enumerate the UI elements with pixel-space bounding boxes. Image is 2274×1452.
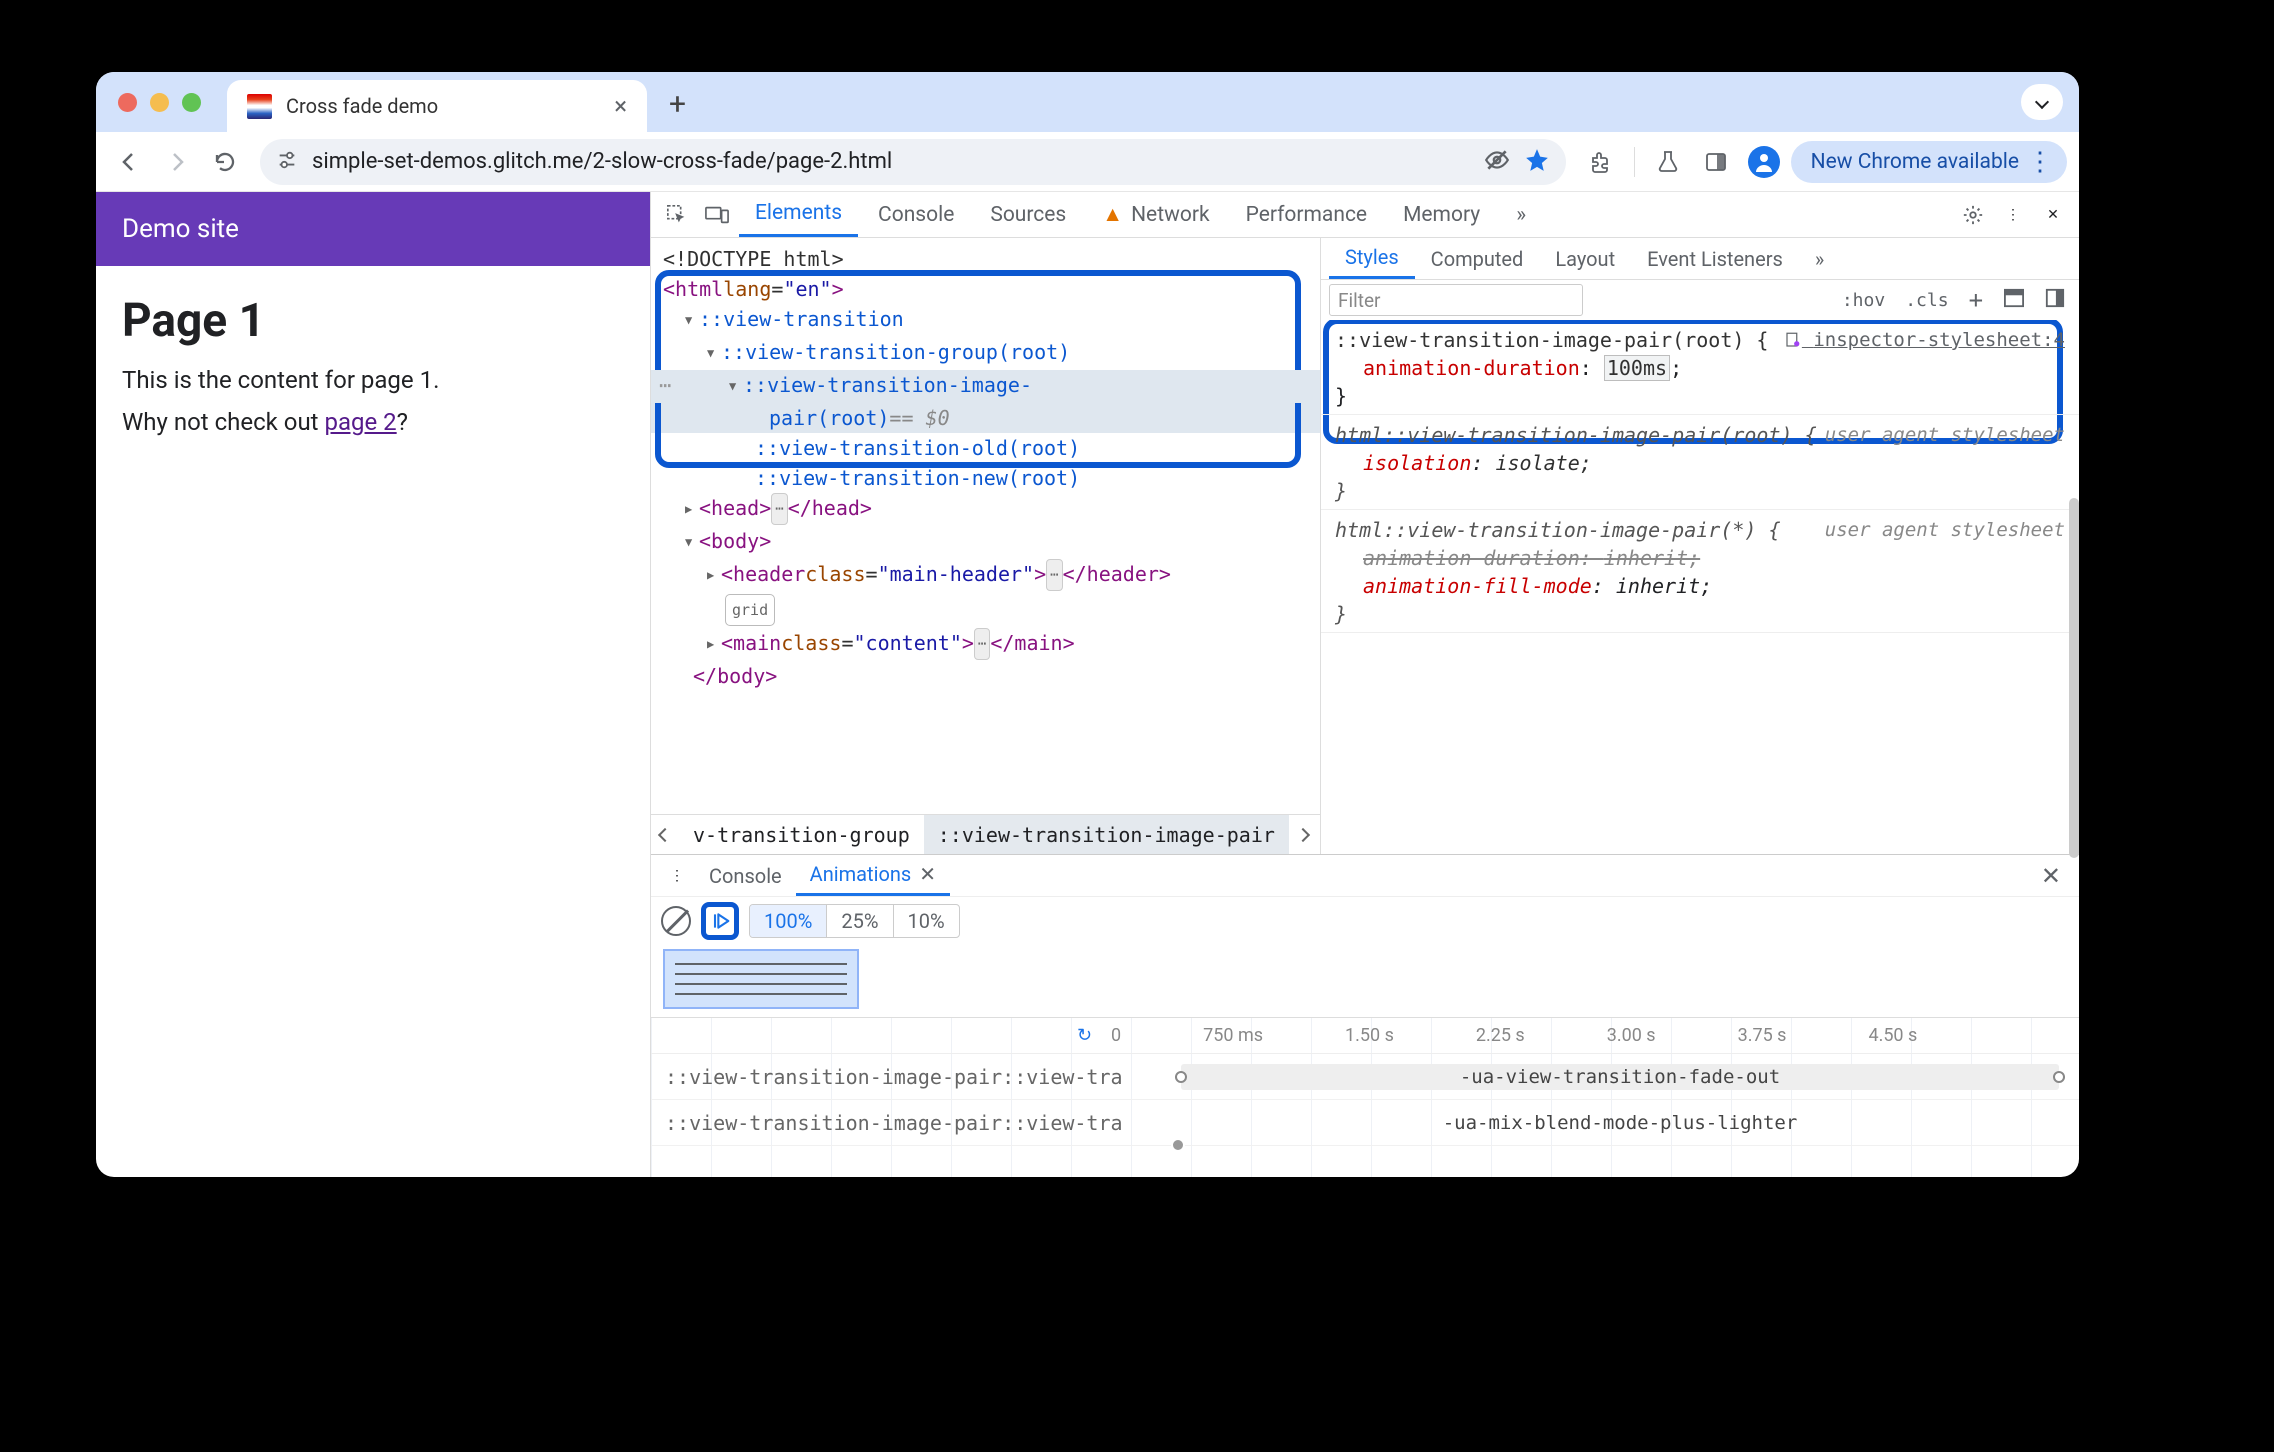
- hov-toggle[interactable]: :hov: [1836, 290, 1891, 311]
- crumb-item[interactable]: v-transition-group: [679, 815, 924, 854]
- playback-speed: 100% 25% 10%: [749, 904, 960, 938]
- devtools: Elements Console Sources ▲Network Perfor…: [651, 192, 2079, 1177]
- styles-overflow[interactable]: »: [1799, 238, 1840, 279]
- animation-group-thumb[interactable]: [663, 949, 859, 1009]
- drawer-tab-console[interactable]: Console: [695, 855, 796, 896]
- tab-console[interactable]: Console: [862, 192, 970, 237]
- devtools-drawer: ⋮ Console Animations ✕ ✕ 100% 25% 10%: [651, 854, 2079, 1177]
- play-pause-button[interactable]: [701, 902, 739, 940]
- chrome-update-button[interactable]: New Chrome available ⋮: [1791, 141, 2067, 183]
- eye-off-icon[interactable]: [1484, 147, 1510, 177]
- crumb-next-button[interactable]: [1289, 830, 1317, 840]
- devtools-tabs: Elements Console Sources ▲Network Perfor…: [651, 192, 2079, 238]
- fullscreen-window-button[interactable]: [182, 93, 201, 112]
- rewind-icon[interactable]: ↻: [1077, 1025, 1092, 1046]
- css-rule-ua: user agent stylesheet html::view-transit…: [1321, 510, 2079, 633]
- window-controls: [96, 72, 201, 132]
- close-tab-button[interactable]: ×: [614, 92, 627, 120]
- page-paragraph: Why not check out page 2?: [122, 408, 624, 436]
- inspect-element-icon[interactable]: [659, 204, 695, 226]
- settings-gear-icon[interactable]: [1955, 204, 1991, 226]
- tab-layout[interactable]: Layout: [1539, 238, 1631, 279]
- tab-computed[interactable]: Computed: [1415, 238, 1540, 279]
- styles-filter-input[interactable]: Filter: [1329, 284, 1583, 316]
- tab-performance[interactable]: Performance: [1230, 192, 1383, 237]
- timeline-row[interactable]: ::view-transition-image-pair::view-tra -…: [651, 1100, 2079, 1146]
- tab-elements[interactable]: Elements: [739, 192, 858, 237]
- close-devtools-button[interactable]: ✕: [2035, 207, 2071, 223]
- device-toggle-icon[interactable]: [699, 204, 735, 226]
- toggle-sidebar-icon[interactable]: [2039, 288, 2071, 313]
- cls-toggle[interactable]: .cls: [1899, 290, 1954, 311]
- stylesheet-link[interactable]: inspector-stylesheet:4: [1784, 326, 2065, 354]
- speed-25[interactable]: 25%: [826, 905, 892, 937]
- tab-sources[interactable]: Sources: [974, 192, 1082, 237]
- crumb-prev-button[interactable]: [651, 830, 679, 840]
- page-link[interactable]: page 2: [324, 408, 396, 436]
- speed-100[interactable]: 100%: [750, 905, 826, 937]
- new-tab-button[interactable]: +: [647, 87, 708, 132]
- drawer-close-button[interactable]: ✕: [2031, 862, 2071, 890]
- tab-event-listeners[interactable]: Event Listeners: [1631, 238, 1799, 279]
- page-paragraph: This is the content for page 1.: [122, 366, 624, 394]
- url-text: simple-set-demos.glitch.me/2-slow-cross-…: [312, 149, 892, 174]
- css-rule[interactable]: inspector-stylesheet:4 ::view-transition…: [1321, 320, 2079, 415]
- scrollbar[interactable]: [2069, 498, 2079, 858]
- reload-button[interactable]: [204, 141, 246, 183]
- animations-toolbar: 100% 25% 10%: [651, 897, 2079, 945]
- css-rule-ua: user agent stylesheet html::view-transit…: [1321, 415, 2079, 510]
- styles-pane: Styles Computed Layout Event Listeners »…: [1321, 238, 2079, 854]
- site-settings-icon[interactable]: [276, 149, 298, 175]
- clear-animations-button[interactable]: [661, 906, 691, 936]
- drawer-menu-icon[interactable]: ⋮: [659, 868, 695, 884]
- tabs-overflow[interactable]: »: [1500, 192, 1542, 237]
- back-button[interactable]: [108, 141, 150, 183]
- kebab-menu-icon[interactable]: ⋮: [1995, 207, 2031, 223]
- rendered-page: Demo site Page 1 This is the content for…: [96, 192, 651, 1177]
- tab-network[interactable]: ▲Network: [1086, 192, 1225, 237]
- breadcrumb[interactable]: v-transition-group ::view-transition-ima…: [651, 814, 1320, 854]
- labs-button[interactable]: [1647, 141, 1689, 183]
- tab-styles[interactable]: Styles: [1329, 238, 1415, 279]
- animations-timeline[interactable]: ↻ 0 750 ms 1.50 s 2.25 s 3.00 s 3.75 s 4…: [651, 1017, 2079, 1177]
- tab-strip: Cross fade demo × +: [96, 72, 2079, 132]
- extensions-button[interactable]: [1580, 141, 1622, 183]
- browser-tab[interactable]: Cross fade demo ×: [227, 80, 647, 132]
- timeline-ruler: ↻ 0 750 ms 1.50 s 2.25 s 3.00 s 3.75 s 4…: [651, 1018, 2079, 1054]
- profile-button[interactable]: [1743, 141, 1785, 183]
- toolbar: simple-set-demos.glitch.me/2-slow-cross-…: [96, 132, 2079, 192]
- timeline-row[interactable]: ::view-transition-image-pair::view-tra -…: [651, 1054, 2079, 1100]
- drawer-tab-animations[interactable]: Animations ✕: [796, 855, 950, 896]
- tab-memory[interactable]: Memory: [1387, 192, 1496, 237]
- bookmark-star-icon[interactable]: [1524, 147, 1550, 177]
- playhead[interactable]: [1171, 1138, 1185, 1152]
- new-style-rule-button[interactable]: +: [1963, 286, 1989, 314]
- favicon-icon: [247, 94, 272, 119]
- dom-tree[interactable]: <!DOCTYPE html> <html lang="en"> ::view-…: [651, 238, 1320, 814]
- close-window-button[interactable]: [118, 93, 137, 112]
- browser-window: Cross fade demo × + simple-set-demos.gli…: [96, 72, 2079, 1177]
- tab-list-button[interactable]: [2021, 84, 2063, 120]
- speed-10[interactable]: 10%: [893, 905, 959, 937]
- forward-button[interactable]: [156, 141, 198, 183]
- devtools-dock-button[interactable]: [1695, 141, 1737, 183]
- minimize-window-button[interactable]: [150, 93, 169, 112]
- address-bar[interactable]: simple-set-demos.glitch.me/2-slow-cross-…: [260, 139, 1566, 185]
- tab-title: Cross fade demo: [286, 94, 438, 118]
- crumb-item-selected[interactable]: ::view-transition-image-pair: [924, 815, 1289, 854]
- computed-styles-icon[interactable]: [1997, 288, 2031, 313]
- page-header: Demo site: [96, 192, 650, 266]
- page-title: Page 1: [122, 294, 624, 348]
- elements-panel: <!DOCTYPE html> <html lang="en"> ::view-…: [651, 238, 1321, 854]
